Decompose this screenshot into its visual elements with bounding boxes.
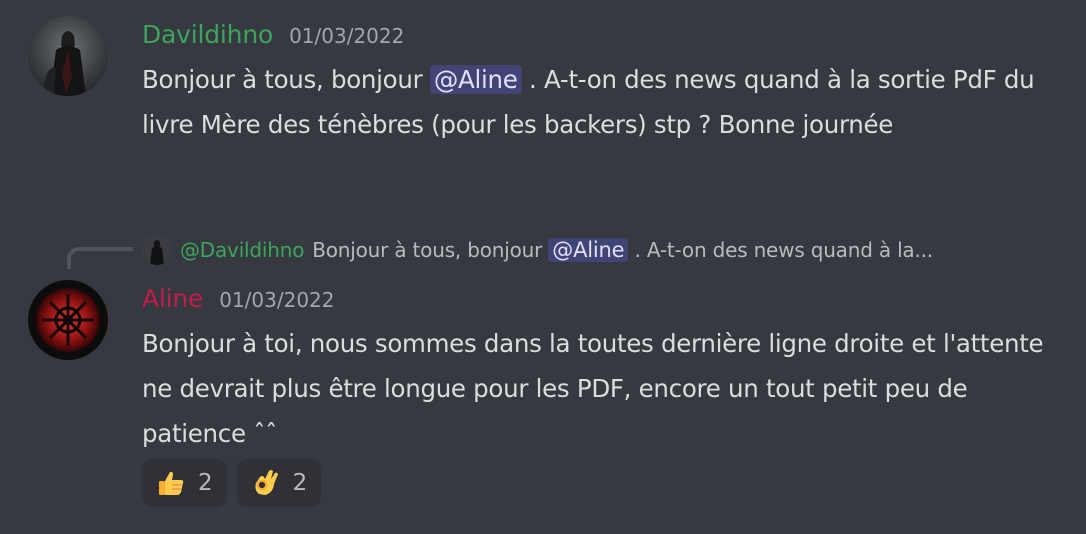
reply-text-part: . A-t-on des news quand à la... — [628, 238, 934, 262]
message-author[interactable]: Aline — [142, 284, 203, 313]
message-header: Davildihno 01/03/2022 — [142, 20, 404, 49]
reactions-bar: 2 2 — [142, 459, 322, 507]
message-author[interactable]: Davildihno — [142, 20, 273, 49]
message-content: Bonjour à toi, nous sommes dans la toute… — [142, 329, 1044, 448]
message-header: Aline 01/03/2022 — [142, 284, 335, 313]
reply-text-part: Bonjour à tous, bonjour — [312, 238, 549, 262]
reply-avatar — [142, 235, 172, 265]
reply-preview[interactable]: @Davildihno Bonjour à tous, bonjour @Ali… — [142, 234, 933, 266]
user-mention[interactable]: @Aline — [429, 65, 522, 94]
message-timestamp: 01/03/2022 — [219, 288, 335, 312]
message-text: Bonjour à tous, bonjour — [142, 65, 430, 94]
avatar-aline[interactable] — [28, 280, 108, 360]
chat-messages: Davildihno 01/03/2022 Bonjour à tous, bo… — [0, 0, 1086, 534]
avatar-davildihno[interactable] — [28, 16, 108, 96]
reaction-ok-hand[interactable]: 2 — [236, 459, 322, 507]
ok-hand-icon — [251, 468, 281, 498]
reaction-count: 2 — [292, 470, 308, 496]
user-mention[interactable]: @Aline — [548, 238, 629, 262]
message-content: Bonjour à tous, bonjour @Aline . A-t-on … — [142, 57, 1062, 147]
reaction-thumbs-up[interactable]: 2 — [142, 459, 227, 507]
reply-author[interactable]: @Davildihno — [180, 238, 304, 262]
reaction-count: 2 — [198, 470, 213, 496]
message-timestamp: 01/03/2022 — [289, 24, 405, 48]
reply-text: Bonjour à tous, bonjour @Aline . A-t-on … — [312, 238, 933, 262]
thumbs-up-icon — [156, 468, 186, 498]
reply-connector — [67, 247, 133, 269]
